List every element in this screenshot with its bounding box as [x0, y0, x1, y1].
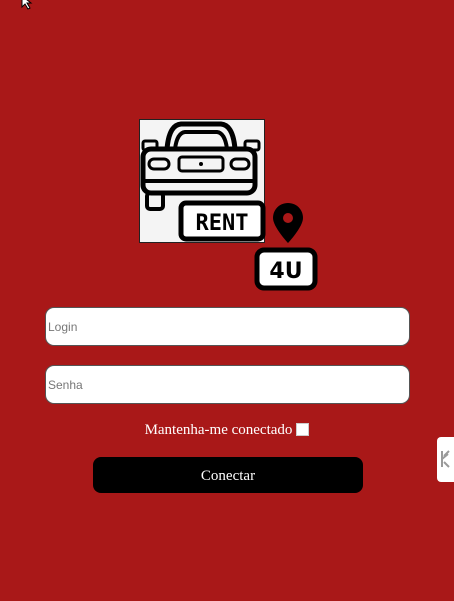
side-widget-icon: [441, 450, 450, 468]
cursor-arrow-icon: [21, 0, 33, 10]
car-icon: RENT 4U: [140, 121, 318, 291]
remember-me-checkbox[interactable]: [296, 423, 310, 437]
remember-me-label: Mantenha-me conectado: [144, 422, 293, 438]
app-logo: RENT 4U: [139, 119, 319, 294]
login-input[interactable]: [45, 307, 410, 346]
location-pin-icon: [273, 203, 303, 243]
conectar-button[interactable]: Conectar: [93, 457, 363, 493]
tag-4u-text: 4U: [269, 259, 302, 284]
remember-me-row: Mantenha-me conectado: [0, 422, 454, 439]
side-widget-tab[interactable]: [437, 437, 454, 482]
rent-badge-text: RENT: [196, 211, 249, 236]
senha-input[interactable]: [45, 365, 410, 404]
